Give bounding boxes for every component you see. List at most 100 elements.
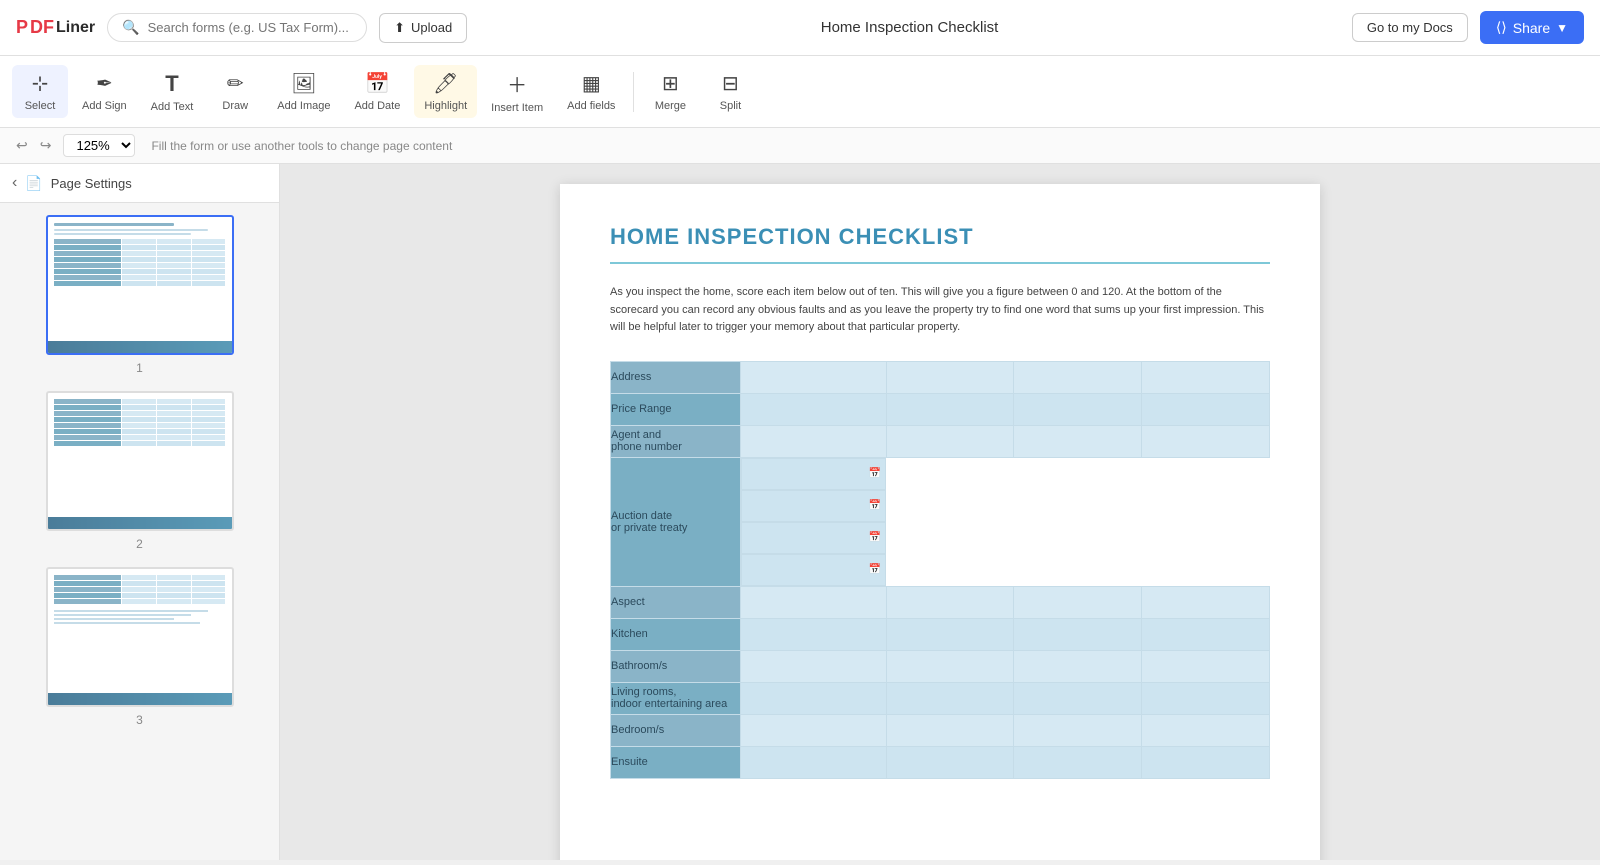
page-thumb-2[interactable]: [46, 391, 234, 531]
sidebar-toggle-button[interactable]: ‹: [12, 174, 17, 192]
price-input-2[interactable]: [887, 394, 1014, 425]
auction-date-input-4[interactable]: [742, 555, 869, 585]
row-cell[interactable]: [886, 746, 1014, 778]
zoom-select[interactable]: 125% 100% 75% 150%: [63, 134, 135, 157]
tool-select[interactable]: ⊹ Select: [12, 65, 68, 118]
page-thumb-1[interactable]: [46, 215, 234, 355]
goto-docs-button[interactable]: Go to my Docs: [1352, 13, 1468, 42]
agent-input-2[interactable]: [887, 426, 1014, 457]
row-cell[interactable]: [886, 425, 1014, 457]
aspect-input-1[interactable]: [741, 587, 886, 618]
row-cell[interactable]: [1014, 714, 1142, 746]
auction-date-input-1[interactable]: [742, 459, 869, 489]
address-input-3[interactable]: [1014, 362, 1141, 393]
row-cell[interactable]: [1142, 425, 1270, 457]
row-cell[interactable]: [741, 618, 887, 650]
ensuite-input-4[interactable]: [1142, 747, 1269, 778]
price-input-3[interactable]: [1014, 394, 1141, 425]
row-cell[interactable]: [741, 682, 887, 714]
row-cell[interactable]: [741, 425, 887, 457]
row-cell[interactable]: [886, 650, 1014, 682]
row-cell[interactable]: [1142, 361, 1270, 393]
agent-input-3[interactable]: [1014, 426, 1141, 457]
tool-add-image[interactable]: 🖼 Add Image: [267, 65, 340, 118]
address-input-4[interactable]: [1142, 362, 1269, 393]
tool-add-date[interactable]: 📅 Add Date: [344, 65, 410, 118]
row-cell[interactable]: [1142, 650, 1270, 682]
row-cell[interactable]: [1142, 746, 1270, 778]
ensuite-input-2[interactable]: [887, 747, 1014, 778]
tool-merge[interactable]: ⊞ Merge: [642, 65, 698, 118]
tool-add-text[interactable]: T Add Text: [141, 65, 204, 119]
row-cell[interactable]: [1014, 393, 1142, 425]
tool-split[interactable]: ⊟ Split: [702, 65, 758, 118]
row-cell[interactable]: [886, 361, 1014, 393]
row-cell[interactable]: [1142, 714, 1270, 746]
tool-insert-item[interactable]: ＋ Insert Item: [481, 63, 553, 120]
row-cell[interactable]: [1014, 650, 1142, 682]
row-cell[interactable]: [741, 361, 887, 393]
row-cell-date-1[interactable]: 📅: [741, 458, 886, 490]
row-cell[interactable]: [741, 746, 887, 778]
bathroom-input-2[interactable]: [887, 651, 1014, 682]
agent-input-4[interactable]: [1142, 426, 1269, 457]
row-cell[interactable]: [1014, 682, 1142, 714]
ensuite-input-3[interactable]: [1014, 747, 1141, 778]
tool-draw[interactable]: ✏ Draw: [207, 65, 263, 118]
row-cell[interactable]: [886, 586, 1014, 618]
row-cell-date-3[interactable]: 📅: [741, 522, 886, 554]
share-button[interactable]: ⟨⟩ Share ▼: [1480, 11, 1584, 44]
living-input-4[interactable]: [1142, 683, 1269, 714]
kitchen-input-3[interactable]: [1014, 619, 1141, 650]
row-cell[interactable]: [741, 586, 887, 618]
aspect-input-2[interactable]: [887, 587, 1014, 618]
address-input-1[interactable]: [741, 362, 886, 393]
aspect-input-4[interactable]: [1142, 587, 1269, 618]
living-input-3[interactable]: [1014, 683, 1141, 714]
auction-date-input-2[interactable]: [742, 491, 869, 521]
tool-add-sign[interactable]: ✒ Add Sign: [72, 65, 137, 118]
living-input-2[interactable]: [887, 683, 1014, 714]
bathroom-input-1[interactable]: [741, 651, 886, 682]
search-bar[interactable]: 🔍: [107, 13, 367, 42]
row-cell[interactable]: [741, 650, 887, 682]
redo-button[interactable]: ↪: [36, 135, 56, 156]
bedroom-input-3[interactable]: [1014, 715, 1141, 746]
row-cell[interactable]: [1014, 618, 1142, 650]
row-cell-date-2[interactable]: 📅: [741, 490, 886, 522]
page-thumb-3[interactable]: [46, 567, 234, 707]
row-cell[interactable]: [1014, 586, 1142, 618]
bathroom-input-4[interactable]: [1142, 651, 1269, 682]
row-cell-date-4[interactable]: 📅: [741, 554, 886, 586]
kitchen-input-2[interactable]: [887, 619, 1014, 650]
row-cell[interactable]: [741, 714, 887, 746]
price-input-1[interactable]: [741, 394, 886, 425]
agent-input-1[interactable]: [741, 426, 886, 457]
price-input-4[interactable]: [1142, 394, 1269, 425]
row-cell[interactable]: [1142, 393, 1270, 425]
kitchen-input-1[interactable]: [741, 619, 886, 650]
row-cell[interactable]: [1014, 746, 1142, 778]
undo-button[interactable]: ↩: [12, 135, 32, 156]
row-cell[interactable]: [886, 714, 1014, 746]
tool-highlight[interactable]: 🖊 Highlight: [414, 65, 477, 118]
row-cell[interactable]: [1014, 425, 1142, 457]
kitchen-input-4[interactable]: [1142, 619, 1269, 650]
living-input-1[interactable]: [741, 683, 886, 714]
row-cell[interactable]: [741, 393, 887, 425]
row-cell[interactable]: [1142, 618, 1270, 650]
row-cell[interactable]: [1014, 361, 1142, 393]
row-cell[interactable]: [1142, 586, 1270, 618]
row-cell[interactable]: [886, 393, 1014, 425]
upload-button[interactable]: ⬆ Upload: [379, 13, 467, 43]
row-cell[interactable]: [886, 618, 1014, 650]
ensuite-input-1[interactable]: [741, 747, 886, 778]
row-cell[interactable]: [1142, 682, 1270, 714]
bedroom-input-1[interactable]: [741, 715, 886, 746]
aspect-input-3[interactable]: [1014, 587, 1141, 618]
row-cell[interactable]: [886, 682, 1014, 714]
tool-add-fields[interactable]: ▦ Add fields: [557, 65, 625, 118]
address-input-2[interactable]: [887, 362, 1014, 393]
search-input[interactable]: [148, 20, 353, 35]
bedroom-input-2[interactable]: [887, 715, 1014, 746]
